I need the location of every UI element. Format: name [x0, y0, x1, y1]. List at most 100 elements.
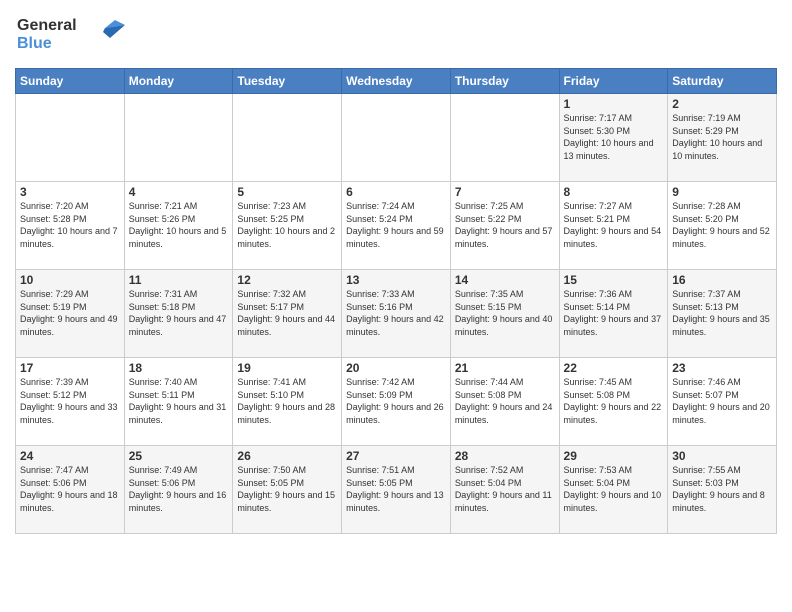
day-number: 24 [20, 449, 120, 463]
day-number: 6 [346, 185, 446, 199]
calendar-cell: 19Sunrise: 7:41 AM Sunset: 5:10 PM Dayli… [233, 358, 342, 446]
day-header-tuesday: Tuesday [233, 69, 342, 94]
day-info: Sunrise: 7:17 AM Sunset: 5:30 PM Dayligh… [564, 112, 664, 162]
day-number: 30 [672, 449, 772, 463]
week-row-3: 10Sunrise: 7:29 AM Sunset: 5:19 PM Dayli… [16, 270, 777, 358]
day-info: Sunrise: 7:25 AM Sunset: 5:22 PM Dayligh… [455, 200, 555, 250]
day-info: Sunrise: 7:33 AM Sunset: 5:16 PM Dayligh… [346, 288, 446, 338]
day-header-saturday: Saturday [668, 69, 777, 94]
day-info: Sunrise: 7:42 AM Sunset: 5:09 PM Dayligh… [346, 376, 446, 426]
calendar-cell: 25Sunrise: 7:49 AM Sunset: 5:06 PM Dayli… [124, 446, 233, 534]
day-header-wednesday: Wednesday [342, 69, 451, 94]
calendar-cell: 30Sunrise: 7:55 AM Sunset: 5:03 PM Dayli… [668, 446, 777, 534]
day-number: 19 [237, 361, 337, 375]
week-row-1: 1Sunrise: 7:17 AM Sunset: 5:30 PM Daylig… [16, 94, 777, 182]
calendar-cell: 20Sunrise: 7:42 AM Sunset: 5:09 PM Dayli… [342, 358, 451, 446]
day-number: 18 [129, 361, 229, 375]
day-number: 20 [346, 361, 446, 375]
calendar-cell: 4Sunrise: 7:21 AM Sunset: 5:26 PM Daylig… [124, 182, 233, 270]
day-header-friday: Friday [559, 69, 668, 94]
calendar-cell: 2Sunrise: 7:19 AM Sunset: 5:29 PM Daylig… [668, 94, 777, 182]
calendar-table: SundayMondayTuesdayWednesdayThursdayFrid… [15, 68, 777, 534]
day-info: Sunrise: 7:24 AM Sunset: 5:24 PM Dayligh… [346, 200, 446, 250]
day-number: 16 [672, 273, 772, 287]
day-info: Sunrise: 7:55 AM Sunset: 5:03 PM Dayligh… [672, 464, 772, 514]
day-number: 28 [455, 449, 555, 463]
day-info: Sunrise: 7:36 AM Sunset: 5:14 PM Dayligh… [564, 288, 664, 338]
calendar-cell: 11Sunrise: 7:31 AM Sunset: 5:18 PM Dayli… [124, 270, 233, 358]
day-number: 7 [455, 185, 555, 199]
day-info: Sunrise: 7:19 AM Sunset: 5:29 PM Dayligh… [672, 112, 772, 162]
day-number: 1 [564, 97, 664, 111]
calendar-cell [124, 94, 233, 182]
day-number: 17 [20, 361, 120, 375]
calendar-cell [233, 94, 342, 182]
day-info: Sunrise: 7:49 AM Sunset: 5:06 PM Dayligh… [129, 464, 229, 514]
day-header-monday: Monday [124, 69, 233, 94]
day-number: 5 [237, 185, 337, 199]
calendar-cell: 18Sunrise: 7:40 AM Sunset: 5:11 PM Dayli… [124, 358, 233, 446]
header: General Blue [15, 10, 777, 60]
day-info: Sunrise: 7:52 AM Sunset: 5:04 PM Dayligh… [455, 464, 555, 514]
calendar-cell [450, 94, 559, 182]
day-info: Sunrise: 7:47 AM Sunset: 5:06 PM Dayligh… [20, 464, 120, 514]
day-number: 10 [20, 273, 120, 287]
day-info: Sunrise: 7:51 AM Sunset: 5:05 PM Dayligh… [346, 464, 446, 514]
calendar-cell: 14Sunrise: 7:35 AM Sunset: 5:15 PM Dayli… [450, 270, 559, 358]
calendar-cell: 13Sunrise: 7:33 AM Sunset: 5:16 PM Dayli… [342, 270, 451, 358]
logo: General Blue [15, 10, 125, 60]
day-info: Sunrise: 7:40 AM Sunset: 5:11 PM Dayligh… [129, 376, 229, 426]
day-number: 26 [237, 449, 337, 463]
calendar-cell [16, 94, 125, 182]
calendar-cell: 8Sunrise: 7:27 AM Sunset: 5:21 PM Daylig… [559, 182, 668, 270]
week-row-2: 3Sunrise: 7:20 AM Sunset: 5:28 PM Daylig… [16, 182, 777, 270]
calendar-cell: 7Sunrise: 7:25 AM Sunset: 5:22 PM Daylig… [450, 182, 559, 270]
calendar-cell: 12Sunrise: 7:32 AM Sunset: 5:17 PM Dayli… [233, 270, 342, 358]
day-info: Sunrise: 7:27 AM Sunset: 5:21 PM Dayligh… [564, 200, 664, 250]
day-info: Sunrise: 7:32 AM Sunset: 5:17 PM Dayligh… [237, 288, 337, 338]
day-number: 15 [564, 273, 664, 287]
day-info: Sunrise: 7:20 AM Sunset: 5:28 PM Dayligh… [20, 200, 120, 250]
day-number: 9 [672, 185, 772, 199]
calendar-cell: 10Sunrise: 7:29 AM Sunset: 5:19 PM Dayli… [16, 270, 125, 358]
day-info: Sunrise: 7:37 AM Sunset: 5:13 PM Dayligh… [672, 288, 772, 338]
day-info: Sunrise: 7:45 AM Sunset: 5:08 PM Dayligh… [564, 376, 664, 426]
calendar-cell: 15Sunrise: 7:36 AM Sunset: 5:14 PM Dayli… [559, 270, 668, 358]
svg-text:General: General [17, 17, 77, 34]
calendar-cell: 29Sunrise: 7:53 AM Sunset: 5:04 PM Dayli… [559, 446, 668, 534]
day-info: Sunrise: 7:31 AM Sunset: 5:18 PM Dayligh… [129, 288, 229, 338]
day-number: 14 [455, 273, 555, 287]
day-number: 22 [564, 361, 664, 375]
logo-text: General Blue [15, 10, 125, 60]
day-info: Sunrise: 7:28 AM Sunset: 5:20 PM Dayligh… [672, 200, 772, 250]
day-number: 8 [564, 185, 664, 199]
week-row-5: 24Sunrise: 7:47 AM Sunset: 5:06 PM Dayli… [16, 446, 777, 534]
calendar-cell: 21Sunrise: 7:44 AM Sunset: 5:08 PM Dayli… [450, 358, 559, 446]
day-number: 25 [129, 449, 229, 463]
calendar-cell: 27Sunrise: 7:51 AM Sunset: 5:05 PM Dayli… [342, 446, 451, 534]
day-number: 13 [346, 273, 446, 287]
calendar-cell: 28Sunrise: 7:52 AM Sunset: 5:04 PM Dayli… [450, 446, 559, 534]
week-row-4: 17Sunrise: 7:39 AM Sunset: 5:12 PM Dayli… [16, 358, 777, 446]
calendar-cell: 23Sunrise: 7:46 AM Sunset: 5:07 PM Dayli… [668, 358, 777, 446]
day-number: 29 [564, 449, 664, 463]
day-number: 21 [455, 361, 555, 375]
calendar-cell [342, 94, 451, 182]
day-number: 11 [129, 273, 229, 287]
day-info: Sunrise: 7:21 AM Sunset: 5:26 PM Dayligh… [129, 200, 229, 250]
header-row: SundayMondayTuesdayWednesdayThursdayFrid… [16, 69, 777, 94]
calendar-cell: 6Sunrise: 7:24 AM Sunset: 5:24 PM Daylig… [342, 182, 451, 270]
day-number: 2 [672, 97, 772, 111]
day-info: Sunrise: 7:35 AM Sunset: 5:15 PM Dayligh… [455, 288, 555, 338]
day-info: Sunrise: 7:23 AM Sunset: 5:25 PM Dayligh… [237, 200, 337, 250]
day-header-thursday: Thursday [450, 69, 559, 94]
day-header-sunday: Sunday [16, 69, 125, 94]
calendar-cell: 1Sunrise: 7:17 AM Sunset: 5:30 PM Daylig… [559, 94, 668, 182]
calendar-cell: 24Sunrise: 7:47 AM Sunset: 5:06 PM Dayli… [16, 446, 125, 534]
calendar-cell: 9Sunrise: 7:28 AM Sunset: 5:20 PM Daylig… [668, 182, 777, 270]
calendar-cell: 26Sunrise: 7:50 AM Sunset: 5:05 PM Dayli… [233, 446, 342, 534]
calendar-cell: 16Sunrise: 7:37 AM Sunset: 5:13 PM Dayli… [668, 270, 777, 358]
day-info: Sunrise: 7:29 AM Sunset: 5:19 PM Dayligh… [20, 288, 120, 338]
day-info: Sunrise: 7:46 AM Sunset: 5:07 PM Dayligh… [672, 376, 772, 426]
day-number: 4 [129, 185, 229, 199]
